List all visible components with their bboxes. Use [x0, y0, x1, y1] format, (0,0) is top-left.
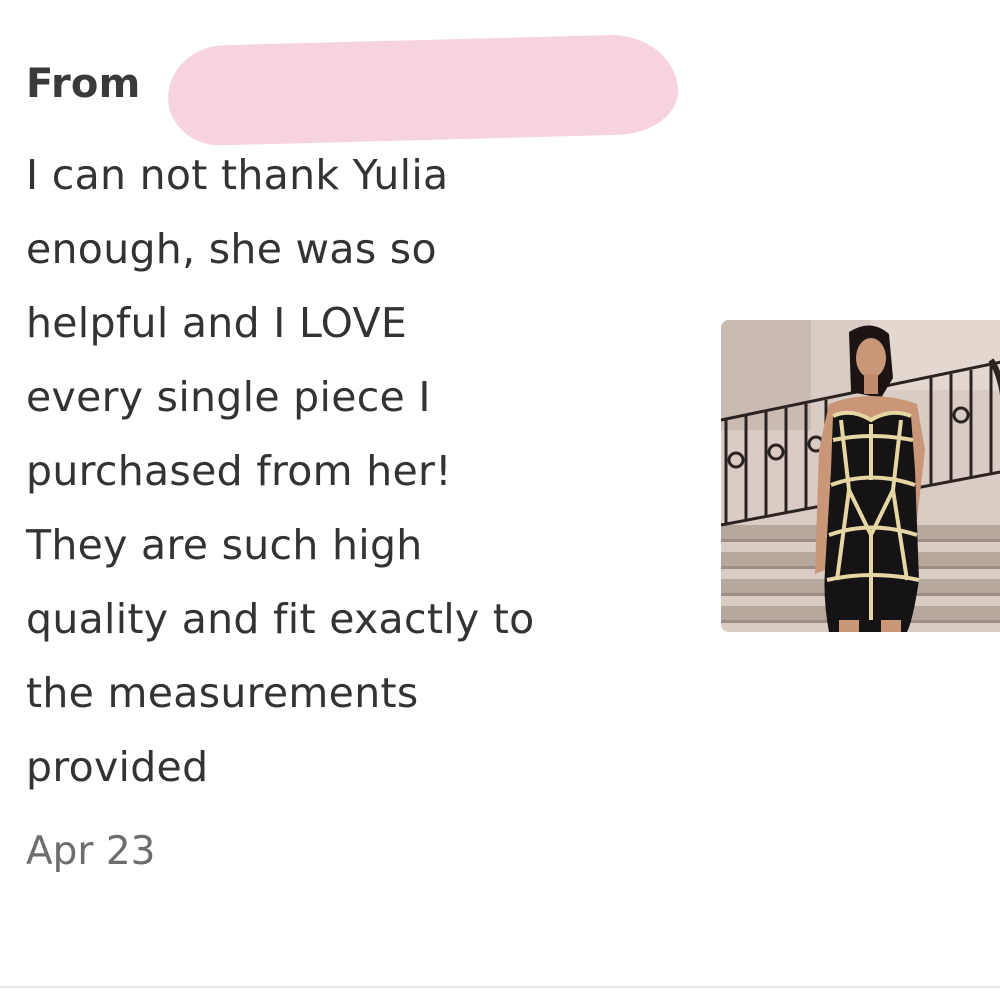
product-image-thumbnail[interactable] [721, 320, 1000, 632]
message-card: From I can not thank Yulia enough, she w… [0, 0, 1000, 1000]
sender-redaction [166, 33, 680, 147]
from-label: From [26, 61, 141, 107]
sender-row: From [26, 33, 726, 147]
product-photo [721, 320, 1000, 632]
message-date: Apr 23 [26, 829, 156, 874]
message-text: I can not thank Yulia enough, she was so… [26, 151, 535, 791]
divider [0, 986, 1000, 988]
